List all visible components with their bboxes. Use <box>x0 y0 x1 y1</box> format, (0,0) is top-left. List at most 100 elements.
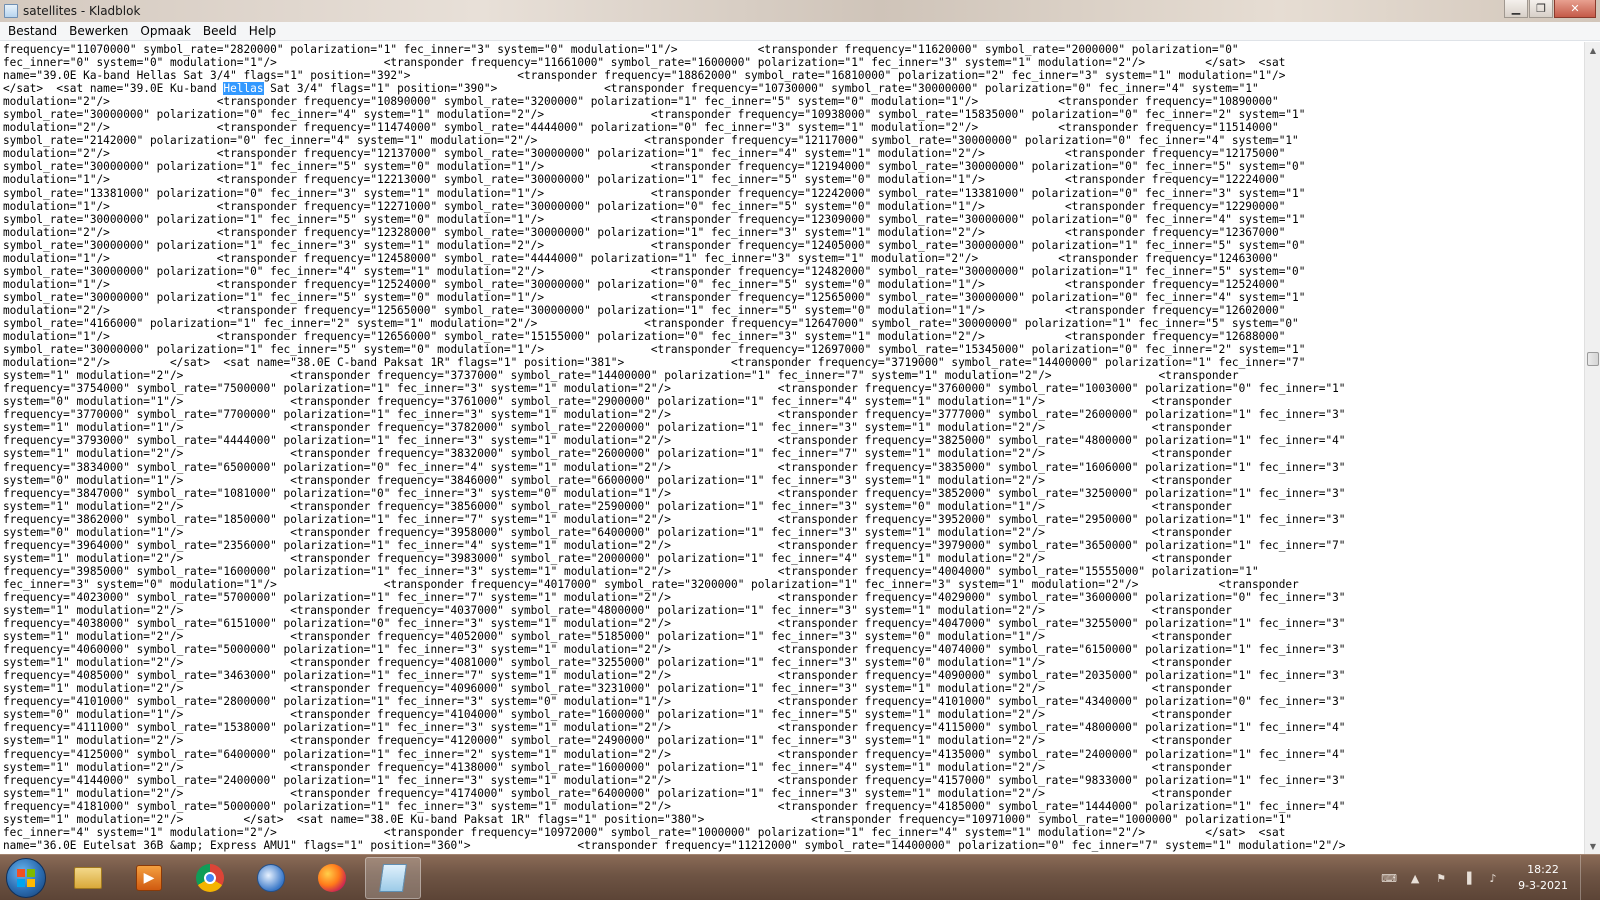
text-line: fec_inner="0" system="0" modulation="1"/… <box>3 56 1286 70</box>
taskbar-notepad[interactable] <box>365 857 421 899</box>
network-icon[interactable]: ▐ <box>1459 870 1475 886</box>
text-line: system="1" modulation="1"/> <transponder… <box>3 421 1232 435</box>
keyboard-icon[interactable]: ⌨ <box>1381 870 1397 886</box>
text-line: system="1" modulation="2"/> <transponder… <box>3 369 1239 383</box>
text-line: modulation="1"/> <transponder frequency=… <box>3 173 1286 187</box>
text-line: system="1" modulation="2"/> <transponder… <box>3 499 1232 513</box>
text-line: fec_inner="4" system="1" modulation="2"/… <box>3 825 1286 839</box>
thunderbird-icon <box>257 864 285 892</box>
text-line: frequency="3770000" symbol_rate="7700000… <box>3 408 1346 422</box>
taskbar-media-player[interactable]: ▶ <box>121 857 177 899</box>
text-line: symbol_rate="30000000" polarization="0" … <box>3 264 1306 278</box>
notepad-app-icon[interactable] <box>4 4 18 18</box>
text-line: symbol_rate="13381000" polarization="0" … <box>3 186 1306 200</box>
taskbar: ▶ ⌨ ▲ ⚑ ▐ ♪ 18:22 9-3-2021 <box>0 854 1600 900</box>
text-line: system="1" modulation="2"/> <transponder… <box>3 551 1232 565</box>
volume-icon[interactable]: ♪ <box>1485 870 1501 886</box>
text-content: frequency="11070000" symbol_rate="282000… <box>0 42 1584 852</box>
text-line: frequency="3847000" symbol_rate="1081000… <box>3 486 1346 500</box>
text-line: frequency="11070000" symbol_rate="282000… <box>3 43 1239 56</box>
minimize-button[interactable]: ▁ <box>1504 0 1528 18</box>
text-line: name="36.0E Eutelsat 36B &amp; Express A… <box>3 838 1346 852</box>
menu-bar: Bestand Bewerken Opmaak Beeld Help <box>0 22 1600 41</box>
text-line: frequency="3754000" symbol_rate="7500000… <box>3 382 1346 396</box>
text-line: symbol_rate="30000000" polarization="1" … <box>3 160 1306 174</box>
clock-time: 18:22 <box>1527 863 1559 876</box>
clock[interactable]: 18:22 9-3-2021 <box>1518 862 1568 894</box>
menu-help[interactable]: Help <box>243 24 282 38</box>
text-line: system="0" modulation="1"/> <transponder… <box>3 708 1232 722</box>
text-line: modulation="2"/> <transponder frequency=… <box>3 121 1279 135</box>
restore-icon: ❐ <box>1536 2 1546 15</box>
text-line: modulation="1"/> <transponder frequency=… <box>3 199 1286 213</box>
text-line: frequency="4060000" symbol_rate="5000000… <box>3 643 1346 657</box>
close-button[interactable]: ✕ <box>1554 0 1596 18</box>
text-line: symbol_rate="30000000" polarization="1" … <box>3 212 1306 226</box>
menu-beeld[interactable]: Beeld <box>197 24 243 38</box>
scrollbar-thumb[interactable] <box>1587 352 1599 366</box>
text-line: symbol_rate="30000000" polarization="1" … <box>3 343 1306 357</box>
text-selection: Hellas <box>223 82 264 96</box>
start-button[interactable] <box>6 858 46 898</box>
text-line: frequency="3834000" symbol_rate="6500000… <box>3 460 1346 474</box>
system-tray: ⌨ ▲ ⚑ ▐ ♪ 18:22 9-3-2021 <box>1376 855 1592 900</box>
text-line: system="1" modulation="2"/> <transponder… <box>3 447 1232 461</box>
window-title: satellites - Kladblok <box>23 4 141 18</box>
text-line: symbol_rate="4166000" polarization="1" f… <box>3 316 1299 330</box>
text-line: fec_inner="3" system="0" modulation="1"/… <box>3 577 1299 591</box>
text-line: modulation="1"/> <transponder frequency=… <box>3 277 1286 291</box>
text-line: symbol_rate="30000000" polarization="1" … <box>3 290 1306 304</box>
vertical-scrollbar[interactable]: ▲ ▼ <box>1584 42 1600 854</box>
text-line: frequency="4038000" symbol_rate="6151000… <box>3 617 1346 631</box>
text-editor-area[interactable]: frequency="11070000" symbol_rate="282000… <box>0 42 1584 854</box>
text-line: frequency="3793000" symbol_rate="4444000… <box>3 434 1346 448</box>
text-line: system="0" modulation="1"/> <transponder… <box>3 473 1232 487</box>
scroll-down-arrow-icon[interactable]: ▼ <box>1585 838 1600 854</box>
text-line: modulation="1"/> <transponder frequency=… <box>3 251 1279 265</box>
show-desktop-button[interactable] <box>1580 855 1592 900</box>
folder-icon <box>74 867 102 889</box>
text-line: frequency="4023000" symbol_rate="5700000… <box>3 590 1346 604</box>
text-line: system="1" modulation="2"/> <transponder… <box>3 760 1232 774</box>
text-line: frequency="3964000" symbol_rate="2356000… <box>3 538 1346 552</box>
text-line: system="1" modulation="2"/> <transponder… <box>3 604 1232 618</box>
text-line: modulation="2"/> </sat> <sat name="38.0E… <box>3 356 1306 370</box>
firefox-icon <box>318 864 346 892</box>
text-line: frequency="3985000" symbol_rate="1600000… <box>3 564 1259 578</box>
title-bar[interactable]: satellites - Kladblok ▁ ❐ ✕ <box>0 0 1600 22</box>
text-line: symbol_rate="30000000" polarization="1" … <box>3 238 1306 252</box>
taskbar-firefox[interactable] <box>304 857 360 899</box>
taskbar-chrome[interactable] <box>182 857 238 899</box>
scroll-up-arrow-icon[interactable]: ▲ <box>1585 42 1600 58</box>
action-center-flag-icon[interactable]: ⚑ <box>1433 870 1449 886</box>
show-hidden-icons-icon[interactable]: ▲ <box>1407 870 1423 886</box>
text-line: modulation="1"/> <transponder frequency=… <box>3 330 1286 344</box>
text-line: frequency="3862000" symbol_rate="1850000… <box>3 512 1346 526</box>
window-controls: ▁ ❐ ✕ <box>1503 0 1596 18</box>
text-line: frequency="4125000" symbol_rate="6400000… <box>3 747 1346 761</box>
taskbar-thunderbird[interactable] <box>243 857 299 899</box>
text-line: system="0" modulation="1"/> <transponder… <box>3 525 1232 539</box>
text-line: name="39.0E Ka-band Hellas Sat 3/4" flag… <box>3 69 1286 83</box>
text-line: system="1" modulation="2"/> <transponder… <box>3 630 1232 644</box>
close-icon: ✕ <box>1570 2 1580 15</box>
text-line: modulation="2"/> <transponder frequency=… <box>3 95 1279 109</box>
text-line: modulation="2"/> <transponder frequency=… <box>3 147 1286 161</box>
windows-logo-icon <box>17 869 35 887</box>
menu-bestand[interactable]: Bestand <box>2 24 63 38</box>
text-line: system="1" modulation="2"/> <transponder… <box>3 734 1232 748</box>
maximize-button[interactable]: ❐ <box>1529 0 1553 18</box>
text-line: modulation="2"/> <transponder frequency=… <box>3 225 1286 239</box>
text-line: frequency="4101000" symbol_rate="2800000… <box>3 695 1346 709</box>
notepad-icon <box>379 864 407 892</box>
clock-date: 9-3-2021 <box>1518 879 1568 892</box>
taskbar-explorer[interactable] <box>60 857 116 899</box>
menu-opmaak[interactable]: Opmaak <box>134 24 196 38</box>
chrome-icon <box>196 864 224 892</box>
menu-bewerken[interactable]: Bewerken <box>63 24 134 38</box>
text-line: system="1" modulation="2"/> </sat> <sat … <box>3 812 1293 826</box>
text-line: frequency="4111000" symbol_rate="1538000… <box>3 721 1346 735</box>
minimize-icon: ▁ <box>1511 2 1521 15</box>
text-line: system="1" modulation="2"/> <transponder… <box>3 682 1232 696</box>
text-line: modulation="2"/> <transponder frequency=… <box>3 303 1286 317</box>
